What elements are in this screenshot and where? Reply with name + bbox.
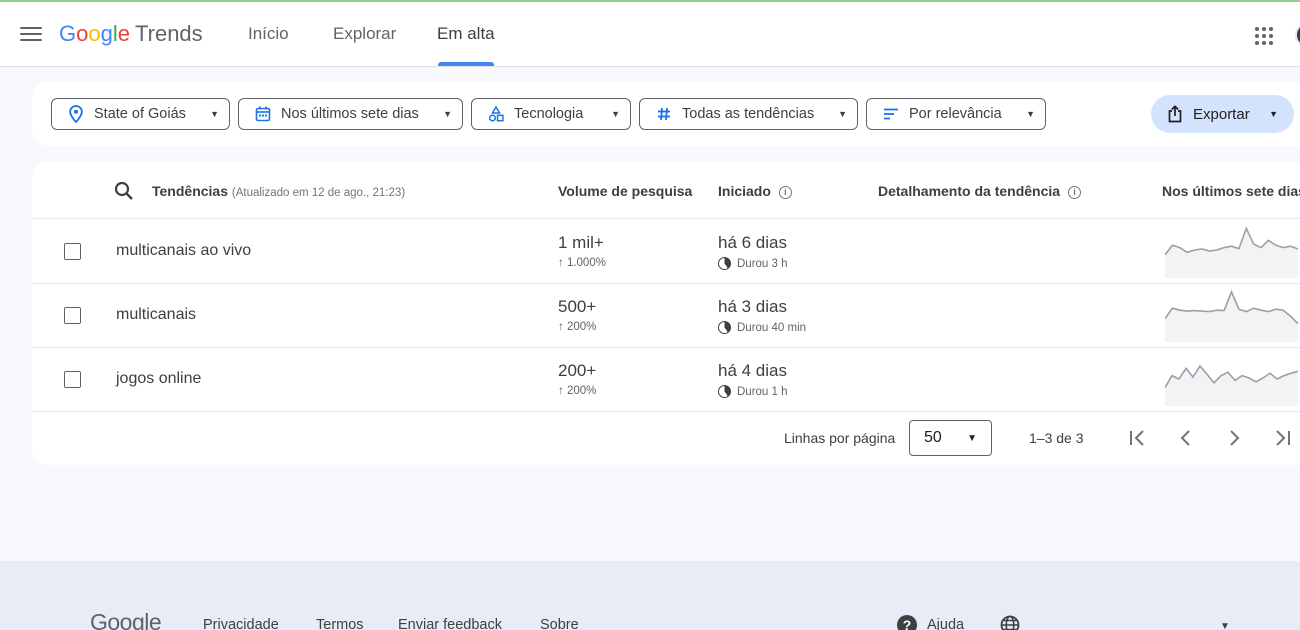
- export-button[interactable]: Exportar ▼: [1151, 95, 1294, 133]
- row-checkbox[interactable]: [64, 243, 81, 260]
- page-footer: Google Privacidade Termos Enviar feedbac…: [0, 561, 1300, 630]
- row-checkbox[interactable]: [64, 371, 81, 388]
- caret-down-icon: ▼: [1026, 109, 1035, 119]
- sparkline-chart: [1165, 226, 1299, 278]
- period-filter[interactable]: Nos últimos sete dias ▼: [238, 98, 463, 130]
- rows-per-page-label: Linhas por página: [784, 430, 896, 446]
- sparkline-chart: [1165, 289, 1299, 342]
- header-trends[interactable]: Tendências (Atualizado em 12 de ago., 21…: [152, 183, 405, 199]
- footer-link-privacy[interactable]: Privacidade: [203, 617, 279, 630]
- footer-link-help[interactable]: Ajuda: [927, 617, 964, 630]
- tab-em-alta[interactable]: Em alta: [437, 24, 495, 44]
- header-trend-breakdown[interactable]: Detalhamento da tendência i: [878, 183, 1082, 199]
- location-pin-icon: [66, 104, 86, 124]
- trend-term[interactable]: jogos online: [116, 370, 201, 388]
- table-row[interactable]: jogos online 200+ ↑ 200% há 4 dias Durou…: [32, 347, 1300, 411]
- duration: Durou 3 h: [718, 257, 788, 270]
- search-volume: 500+: [558, 297, 597, 316]
- export-button-label: Exportar: [1193, 105, 1250, 123]
- tab-inicio[interactable]: Início: [248, 24, 289, 44]
- tab-explorar[interactable]: Explorar: [333, 24, 396, 44]
- active-tab-indicator: [438, 62, 494, 66]
- app-header: Google Trends Início Explorar Em alta: [0, 2, 1300, 67]
- caret-down-icon: ▼: [1269, 109, 1278, 119]
- language-caret-icon[interactable]: ▼: [1220, 621, 1230, 630]
- sparkline-chart: [1165, 364, 1299, 406]
- duration: Durou 40 min: [718, 321, 806, 334]
- footer-google-logo[interactable]: Google: [90, 609, 162, 630]
- globe-icon[interactable]: [1000, 615, 1020, 630]
- volume-growth: ↑ 200%: [558, 385, 597, 397]
- previous-page-icon[interactable]: [1172, 424, 1200, 452]
- calendar-icon: [253, 104, 273, 124]
- category-filter[interactable]: Tecnologia ▼: [471, 98, 631, 130]
- started-ago: há 6 dias: [718, 233, 787, 252]
- location-filter[interactable]: State of Goiás ▼: [51, 98, 230, 130]
- hashtag-icon: [654, 104, 674, 124]
- caret-down-icon: ▼: [443, 109, 452, 119]
- caret-down-icon: ▼: [838, 109, 847, 119]
- duration: Durou 1 h: [718, 385, 788, 398]
- table-row[interactable]: multicanais 500+ ↑ 200% há 3 dias Durou …: [32, 283, 1300, 347]
- header-search-volume[interactable]: Volume de pesquisa: [558, 183, 692, 199]
- sparkline-area: [1165, 228, 1298, 278]
- header-last-seven-days: Nos últimos sete dias: [1162, 183, 1300, 199]
- sparkline-area: [1165, 366, 1298, 406]
- sort-filter[interactable]: Por relevância ▼: [866, 98, 1046, 130]
- volume-growth: ↑ 1.000%: [558, 257, 606, 269]
- timer-icon: [718, 321, 731, 334]
- period-filter-label: Nos últimos sete dias: [281, 106, 419, 122]
- next-page-icon[interactable]: [1220, 424, 1248, 452]
- table-row[interactable]: multicanais ao vivo 1 mil+ ↑ 1.000% há 6…: [32, 219, 1300, 283]
- trend-term[interactable]: multicanais ao vivo: [116, 242, 251, 260]
- trend-type-filter[interactable]: Todas as tendências ▼: [639, 98, 858, 130]
- caret-down-icon: ▼: [967, 432, 977, 444]
- share-export-icon: [1168, 105, 1182, 123]
- footer-link-feedback[interactable]: Enviar feedback: [398, 617, 502, 630]
- timer-icon: [718, 385, 731, 398]
- started-ago: há 4 dias: [718, 361, 787, 380]
- divider: [32, 411, 1300, 412]
- header-started[interactable]: Iniciado i: [718, 183, 792, 199]
- info-icon[interactable]: i: [1068, 185, 1082, 199]
- google-trends-logo[interactable]: Google Trends: [59, 21, 203, 47]
- footer-link-terms[interactable]: Termos: [316, 617, 364, 630]
- rows-per-page-select[interactable]: 50 ▼: [909, 420, 992, 456]
- volume-growth: ↑ 200%: [558, 321, 597, 333]
- sparkline-area: [1165, 291, 1298, 342]
- trend-type-filter-label: Todas as tendências: [682, 106, 815, 122]
- row-checkbox[interactable]: [64, 307, 81, 324]
- search-volume: 1 mil+: [558, 233, 604, 252]
- footer-link-about[interactable]: Sobre: [540, 617, 579, 630]
- pagination-range: 1–3 de 3: [1029, 430, 1084, 446]
- search-icon[interactable]: [114, 181, 134, 201]
- sort-filter-label: Por relevância: [909, 106, 1002, 122]
- started-ago: há 3 dias: [718, 297, 787, 316]
- category-filter-label: Tecnologia: [514, 106, 584, 122]
- trend-term[interactable]: multicanais: [116, 306, 196, 324]
- caret-down-icon: ▼: [210, 109, 219, 119]
- caret-down-icon: ▼: [611, 109, 620, 119]
- timer-icon: [718, 257, 731, 270]
- avatar[interactable]: [1295, 22, 1300, 48]
- help-icon[interactable]: ?: [897, 615, 917, 630]
- info-icon[interactable]: i: [778, 185, 792, 199]
- sort-lines-icon: [881, 104, 901, 124]
- updated-timestamp: (Atualizado em 12 de ago., 21:23): [231, 187, 406, 199]
- apps-grid-icon[interactable]: [1255, 27, 1273, 45]
- menu-icon[interactable]: [20, 24, 42, 44]
- category-shapes-icon: [486, 104, 506, 124]
- last-page-icon[interactable]: [1268, 424, 1296, 452]
- search-volume: 200+: [558, 361, 597, 380]
- location-filter-label: State of Goiás: [94, 106, 186, 122]
- first-page-icon[interactable]: [1124, 424, 1152, 452]
